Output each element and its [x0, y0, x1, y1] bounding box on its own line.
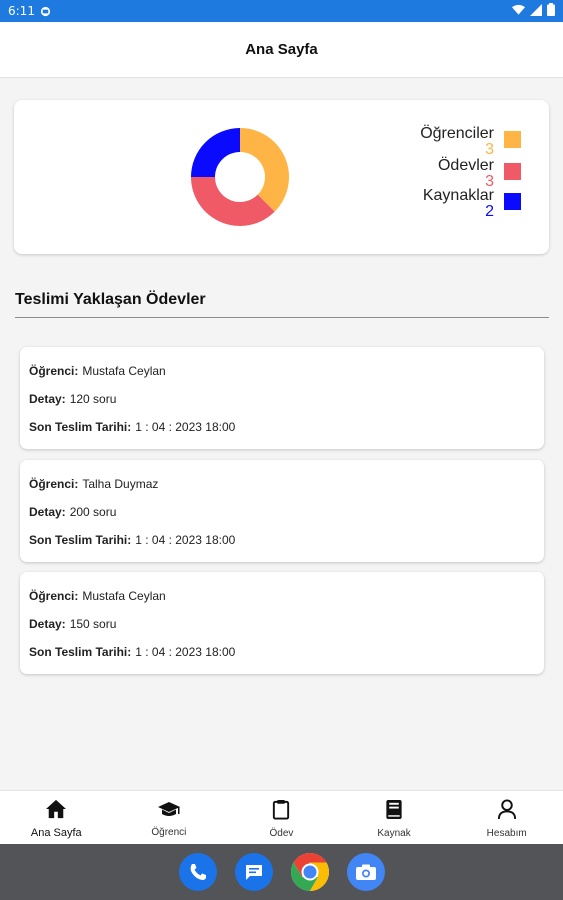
notification-icon: [40, 6, 51, 17]
nav-item-hesabim[interactable]: Hesabım: [450, 791, 563, 844]
detail-row: Detay: 150 soru: [29, 617, 116, 631]
homework-card[interactable]: Öğrenci: Talha Duymaz Detay: 200 soru Son …: [20, 460, 544, 562]
detail-key: Detay:: [29, 505, 66, 519]
signal-icon: [530, 3, 542, 19]
legend-value: 2: [485, 203, 494, 220]
detail-value: 200 soru: [69, 505, 117, 519]
section-divider: [15, 317, 549, 318]
student-row: Öğrenci: Mustafa Ceylan: [29, 589, 166, 603]
detail-value: 150 soru: [69, 617, 117, 631]
homework-card[interactable]: Öğrenci: Mustafa Ceylan Detay: 150 soru So…: [20, 572, 544, 674]
due-key: Son Teslim Tarihi:: [29, 645, 132, 659]
student-name: Mustafa Ceylan: [82, 364, 166, 378]
student-key: Öğrenci:: [29, 477, 79, 491]
nav-item-odev[interactable]: Ödev: [225, 791, 338, 844]
status-time: 6:11: [8, 4, 35, 18]
clipboard-icon: [272, 799, 290, 825]
due-key: Son Teslim Tarihi:: [29, 533, 132, 547]
nav-label: Öğrenci: [151, 827, 187, 838]
due-value: 1 : 04 : 2023 18:00: [135, 533, 236, 547]
student-key: Öğrenci:: [29, 364, 79, 378]
donut-slice-öğrenciler: [240, 128, 289, 212]
homework-card[interactable]: Öğrenci: Mustafa Ceylan Detay: 120 soru So…: [20, 347, 544, 449]
donut-slice-ödevler: [191, 177, 275, 226]
summary-chart-card: Öğrenciler 3 Ödevler 3 Kaynaklar 2: [14, 100, 549, 254]
person-icon: [497, 799, 517, 825]
legend-label: Kaynaklar: [422, 187, 494, 204]
camera-icon[interactable]: [346, 853, 385, 891]
due-key: Son Teslim Tarihi:: [29, 420, 132, 434]
donut-slice-kaynaklar: [191, 128, 240, 177]
book-icon: [385, 799, 403, 825]
home-icon: [45, 799, 67, 824]
messages-icon[interactable]: [234, 853, 273, 891]
legend-label: Öğrenciler: [420, 125, 494, 142]
legend-item-odevler: Ödevler 3: [438, 158, 521, 190]
nav-item-ogrenci[interactable]: Öğrenci: [113, 791, 226, 844]
graduation-cap-icon: [157, 799, 181, 824]
legend-label: Ödevler: [437, 157, 494, 174]
legend-item-kaynaklar: Kaynaklar 2: [423, 188, 521, 220]
detail-key: Detay:: [29, 392, 66, 406]
due-value: 1 : 04 : 2023 18:00: [135, 645, 236, 659]
chrome-icon[interactable]: [290, 853, 329, 891]
bottom-navigation: Ana Sayfa Öğrenci Ödev Kaynak Hesabım: [0, 790, 563, 844]
nav-label: Ana Sayfa: [30, 827, 82, 839]
detail-value: 120 soru: [69, 392, 117, 406]
detail-key: Detay:: [29, 617, 66, 631]
student-name: Talha Duymaz: [82, 477, 159, 491]
phone-icon[interactable]: [178, 853, 217, 891]
legend-swatch: [504, 163, 521, 180]
legend-value: 3: [485, 141, 494, 158]
detail-row: Detay: 120 soru: [29, 392, 116, 406]
app-bar: Ana Sayfa: [0, 22, 563, 78]
due-row: Son Teslim Tarihi: 1 : 04 : 2023 18:00: [29, 420, 235, 434]
donut-chart: [191, 128, 289, 226]
system-dock: [0, 844, 563, 900]
legend-swatch: [504, 131, 521, 148]
due-row: Son Teslim Tarihi: 1 : 04 : 2023 18:00: [29, 645, 235, 659]
status-bar: 6:11: [0, 0, 563, 22]
page-title: Ana Sayfa: [245, 41, 318, 58]
wifi-icon: [512, 4, 525, 19]
legend-swatch: [504, 193, 521, 210]
nav-label: Ödev: [269, 828, 294, 839]
due-row: Son Teslim Tarihi: 1 : 04 : 2023 18:00: [29, 533, 235, 547]
student-name: Mustafa Ceylan: [82, 589, 166, 603]
section-title: Teslimi Yaklaşan Ödevler: [15, 291, 206, 308]
nav-item-ana-sayfa[interactable]: Ana Sayfa: [0, 791, 113, 844]
student-row: Öğrenci: Mustafa Ceylan: [29, 364, 166, 378]
student-row: Öğrenci: Talha Duymaz: [29, 477, 158, 491]
nav-item-kaynak[interactable]: Kaynak: [338, 791, 451, 844]
student-key: Öğrenci:: [29, 589, 79, 603]
nav-label: Hesabım: [486, 828, 527, 839]
battery-icon: [547, 3, 555, 19]
detail-row: Detay: 200 soru: [29, 505, 116, 519]
nav-label: Kaynak: [377, 828, 411, 839]
due-value: 1 : 04 : 2023 18:00: [135, 420, 236, 434]
legend-item-ogrenciler: Öğrenciler 3: [420, 126, 521, 158]
